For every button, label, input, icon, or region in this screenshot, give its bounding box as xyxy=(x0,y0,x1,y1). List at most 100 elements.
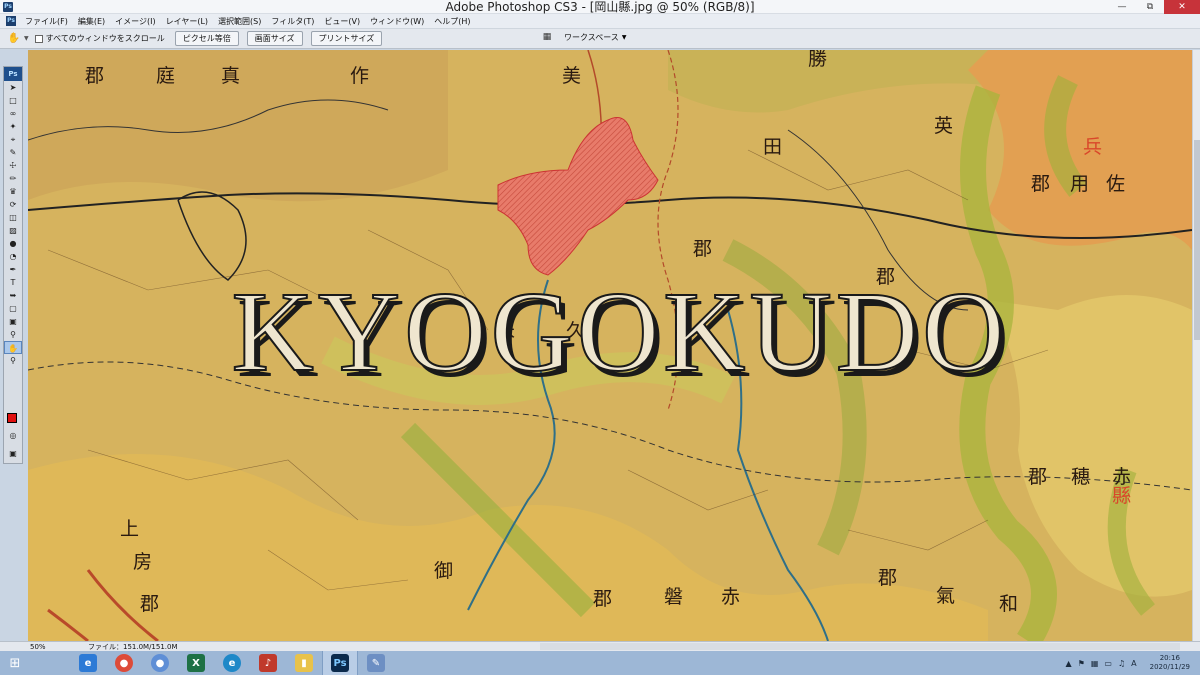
menu-select[interactable]: 選択範囲(S) xyxy=(213,14,266,29)
edge-icon[interactable]: e xyxy=(214,651,250,675)
map-label: 佐 xyxy=(1106,173,1126,195)
paint-icon[interactable]: ✎ xyxy=(358,651,394,675)
menu-bar: Ps ファイル(F) 編集(E) イメージ(I) レイヤー(L) 選択範囲(S)… xyxy=(0,14,1200,29)
path-selection-icon[interactable]: ➥ xyxy=(4,289,22,302)
hand-tool-active-icon[interactable]: ✋ xyxy=(4,341,22,354)
slice-tool-icon[interactable]: ✎ xyxy=(4,146,22,159)
menu-edit[interactable]: 編集(E) xyxy=(73,14,110,29)
gradient-tool-icon[interactable]: ▨ xyxy=(4,224,22,237)
hand-tool-icon[interactable]: ✋ xyxy=(6,32,22,46)
fit-screen-button[interactable]: 画面サイズ xyxy=(246,31,303,46)
chrome-alt-glyph-icon: ● xyxy=(151,654,169,672)
zoom-tool-icon[interactable]: ⚲ xyxy=(4,354,22,367)
status-bar: 50% ファイル：151.0M/151.0M xyxy=(0,641,1200,651)
menu-layer[interactable]: レイヤー(L) xyxy=(161,14,213,29)
palette-well-icon[interactable]: ▦ xyxy=(540,31,554,43)
menu-file[interactable]: ファイル(F) xyxy=(20,14,73,29)
close-button[interactable]: ✕ xyxy=(1164,0,1200,14)
blur-tool-icon[interactable]: ● xyxy=(4,237,22,250)
checkbox-box[interactable] xyxy=(34,34,43,43)
clock[interactable]: 20:16 2020/11/29 xyxy=(1150,654,1190,672)
foreground-color-swatch[interactable] xyxy=(7,413,17,423)
magic-wand-tool-icon[interactable]: ✦ xyxy=(4,120,22,133)
notes-tool-icon[interactable]: ▣ xyxy=(4,315,22,328)
crop-tool-icon[interactable]: ⌖ xyxy=(4,133,22,146)
start-windows-icon[interactable]: ⊞ xyxy=(0,651,30,675)
edge-glyph-icon: e xyxy=(223,654,241,672)
horizontal-scrollbar[interactable] xyxy=(540,643,1180,650)
excel-glyph-icon: X xyxy=(187,654,205,672)
dodge-tool-icon[interactable]: ◔ xyxy=(4,250,22,263)
map-label: 勝 xyxy=(808,50,828,70)
lasso-tool-icon[interactable]: ∞ xyxy=(4,107,22,120)
flag-icon[interactable]: ⚑ xyxy=(1078,659,1085,668)
pen-tool-icon[interactable]: ✒ xyxy=(4,263,22,276)
menu-view[interactable]: ビュー(V) xyxy=(319,14,365,29)
map-label: 庭 xyxy=(156,65,176,87)
document-icon[interactable]: Ps xyxy=(6,16,16,26)
workspace-menu[interactable]: ワークスペース xyxy=(564,32,619,43)
menu-window[interactable]: ウィンドウ(W) xyxy=(365,14,429,29)
map-label: 真 xyxy=(221,65,241,87)
tray-arrow-icon[interactable]: ▲ xyxy=(1066,659,1072,668)
print-size-button[interactable]: プリントサイズ xyxy=(310,31,383,46)
restore-button[interactable]: ⧉ xyxy=(1136,0,1164,14)
toolbox: Ps ➤ □ ∞ ✦ ⌖ ✎ ☩ ✏ ♛ ⟳ ◫ ▨ ● ◔ ✒ T ➥ ▢ ▣… xyxy=(3,66,23,464)
clock-date: 2020/11/29 xyxy=(1149,663,1190,671)
healing-brush-icon[interactable]: ☩ xyxy=(4,159,22,172)
taskbar: ⊞ e ● ● X e ♪ ▮ Ps ✎ ▲ ⚑ ▦ ▭ ♫ A 20:16 2… xyxy=(0,651,1200,675)
eraser-tool-icon[interactable]: ◫ xyxy=(4,211,22,224)
chrome-icon[interactable]: ● xyxy=(106,651,142,675)
tool-preset-caret-icon[interactable]: ▼ xyxy=(24,35,29,42)
ie-icon[interactable]: e xyxy=(70,651,106,675)
map-label: 郡 xyxy=(593,588,613,610)
map-label: 磐 xyxy=(664,586,684,608)
map-label: 郡 xyxy=(85,65,105,87)
workspace-area: ▦ ワークスペース ▼ xyxy=(540,31,627,43)
chrome-glyph-icon: ● xyxy=(115,654,133,672)
marquee-tool-icon[interactable]: □ xyxy=(4,94,22,107)
minimize-button[interactable]: — xyxy=(1108,0,1136,14)
sound-glyph-icon: ♪ xyxy=(259,654,277,672)
zoom-level[interactable]: 50% xyxy=(0,643,70,651)
menu-help[interactable]: ヘルプ(H) xyxy=(429,14,475,29)
excel-icon[interactable]: X xyxy=(178,651,214,675)
screen-mode-icon[interactable]: ▣ xyxy=(4,447,22,460)
explorer-icon[interactable]: ▮ xyxy=(286,651,322,675)
map-label: 房 xyxy=(133,551,153,573)
document-canvas[interactable]: 郡 庭 真 作 美 勝 英 田 兵 佐 用 郡 郡 郡 米 久 房 郡 上 御 … xyxy=(28,50,1192,641)
map-label: 縣 xyxy=(1112,485,1132,507)
map-label: 英 xyxy=(934,115,954,137)
battery-icon[interactable]: ▭ xyxy=(1104,659,1112,668)
chrome-alt-icon[interactable]: ● xyxy=(142,651,178,675)
ime-icon[interactable]: A xyxy=(1131,659,1136,668)
network-icon[interactable]: ▦ xyxy=(1091,659,1099,668)
map-label: 美 xyxy=(562,65,582,87)
menu-image[interactable]: イメージ(I) xyxy=(110,14,160,29)
sound-icon[interactable]: ♪ xyxy=(250,651,286,675)
map-label: 御 xyxy=(434,560,454,582)
scroll-all-windows-checkbox[interactable]: すべてのウィンドウをスクロール xyxy=(34,33,165,44)
ie-glyph-icon: e xyxy=(79,654,97,672)
clone-stamp-icon[interactable]: ♛ xyxy=(4,185,22,198)
quick-mask-icon[interactable]: ◎ xyxy=(4,429,22,442)
map-label: 氣 xyxy=(936,585,956,607)
map-label: 赤 xyxy=(721,586,741,608)
vertical-scrollbar[interactable] xyxy=(1192,50,1200,641)
photoshop-icon[interactable]: Ps xyxy=(322,651,358,675)
map-label: 穂 xyxy=(1071,466,1091,488)
move-tool-icon[interactable]: ➤ xyxy=(4,81,22,94)
brush-tool-icon[interactable]: ✏ xyxy=(4,172,22,185)
map-label: 用 xyxy=(1070,173,1090,195)
eyedropper-tool-icon[interactable]: ⚲ xyxy=(4,328,22,341)
document-info: ファイル：151.0M/151.0M xyxy=(88,642,178,651)
shape-tool-icon[interactable]: ▢ xyxy=(4,302,22,315)
actual-pixels-button[interactable]: ピクセル等倍 xyxy=(174,31,239,46)
volume-icon[interactable]: ♫ xyxy=(1118,659,1125,668)
vertical-scroll-thumb[interactable] xyxy=(1194,140,1200,340)
menu-filter[interactable]: フィルタ(T) xyxy=(266,14,319,29)
history-brush-icon[interactable]: ⟳ xyxy=(4,198,22,211)
type-tool-icon[interactable]: T xyxy=(4,276,22,289)
workspace-caret-icon[interactable]: ▼ xyxy=(622,34,627,41)
paint-glyph-icon: ✎ xyxy=(367,654,385,672)
